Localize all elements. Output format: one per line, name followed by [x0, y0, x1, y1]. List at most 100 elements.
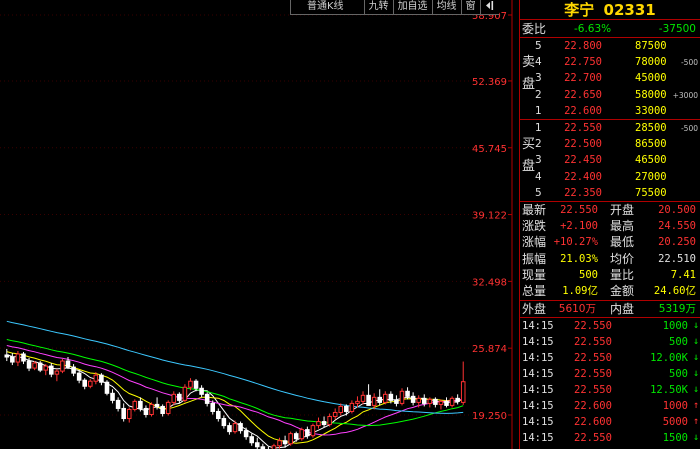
ask-volume: 87500 — [635, 40, 667, 52]
quote-label: 振幅 — [522, 251, 547, 266]
candle-body — [360, 394, 366, 402]
quote-label: 均价 — [610, 251, 635, 266]
quote-value: 24.550 — [658, 220, 696, 233]
outer-label: 外盘 — [522, 301, 547, 316]
tick-row: 14:15 22.600 5000 ↑ — [520, 414, 700, 430]
candle-body — [21, 353, 26, 362]
candle-body — [288, 433, 293, 445]
candle-body — [138, 400, 143, 409]
tick-volume: 1000 — [662, 319, 688, 332]
bid-row-2[interactable]: 2 22.500 86500 — [520, 136, 700, 152]
tick-volume: 5000 — [662, 416, 688, 429]
bid-price: 22.550 — [564, 121, 602, 134]
quote-row: 涨跌 +2.100 最高 24.550 — [520, 218, 700, 234]
candle-body — [405, 390, 410, 397]
candle-body — [449, 397, 455, 406]
tick-list[interactable]: 14:15 22.550 1000 ↓ 14:15 22.550 500 ↓ 14:15 22.5… — [520, 318, 700, 449]
quote-label: 总量 — [522, 284, 547, 299]
y-tick-label: 39.122 — [472, 211, 507, 222]
candle-body — [87, 380, 93, 387]
candle-body — [427, 398, 433, 404]
candle-body — [4, 354, 10, 358]
ask-row-4[interactable]: 4 22.750 78000 -500 — [520, 54, 700, 70]
quote-label: 涨幅 — [522, 235, 547, 250]
candle-body — [455, 397, 460, 402]
exit-icon[interactable] — [479, 0, 499, 15]
candle-body — [177, 393, 182, 401]
candle-body — [344, 405, 349, 412]
bid-level: 1 — [535, 121, 542, 134]
quote-label: 涨跌 — [522, 219, 547, 234]
candle-body — [305, 429, 310, 437]
bid-volume: 27000 — [635, 170, 667, 183]
tick-volume: 12.00K — [650, 351, 688, 364]
quote-value: +10.27% — [553, 236, 598, 249]
bid-row-3[interactable]: 3 22.450 46500 — [520, 152, 700, 168]
ma-line-30 — [6, 339, 464, 427]
candle-body — [60, 360, 65, 372]
candle-body — [282, 440, 288, 445]
candle-body — [249, 436, 254, 444]
inner-label: 内盘 — [610, 301, 635, 316]
bid-price: 22.450 — [564, 154, 602, 167]
ask-price: 22.800 — [564, 40, 602, 52]
ask-price: 22.600 — [564, 104, 602, 117]
bid-row-1[interactable]: 1 22.550 28500 -500 — [520, 120, 700, 136]
candle-body — [299, 429, 305, 440]
candle-body — [338, 405, 344, 413]
inout-row: 外盘 5610万 内盘 5319万 — [520, 301, 700, 318]
add-watchlist-button[interactable]: 加自选 — [392, 0, 432, 15]
candle-body — [115, 399, 121, 409]
arrow-up-icon: ↑ — [692, 416, 699, 428]
candle-body — [383, 393, 388, 403]
ask-row-3[interactable]: 3 22.700 45000 — [520, 70, 700, 86]
window-button[interactable]: 窗 — [460, 0, 480, 15]
candle-body — [32, 362, 37, 369]
bid-level: 4 — [535, 170, 542, 183]
bid-book: 买 盘 1 22.550 28500 -500 2 22.500 86500 3 22.450 4… — [520, 120, 700, 202]
ask-row-1[interactable]: 1 22.600 33000 — [520, 103, 700, 119]
stock-title: 李宁 02331 — [520, 0, 700, 20]
kline-svg[interactable]: 58.90752.36945.74539.12232.49825.87419.2… — [0, 0, 516, 449]
candle-body — [321, 421, 327, 426]
candle-body — [104, 381, 110, 394]
ask-row-2[interactable]: 2 22.650 58000 +3000 — [520, 87, 700, 103]
bid-row-4[interactable]: 4 22.400 27000 — [520, 169, 700, 185]
moving-average-button[interactable]: 均线 — [431, 0, 461, 15]
candle-body — [126, 408, 132, 420]
quote-value: 20.500 — [658, 203, 696, 216]
candle-body — [143, 407, 149, 415]
kline-chart[interactable]: 58.907 52.369 45.745 39.122 32.498 25.874 19.2… — [0, 0, 516, 449]
tick-time: 14:15 — [522, 351, 554, 364]
tick-price: 22.550 — [574, 319, 612, 332]
quote-value: 24.60亿 — [653, 285, 696, 298]
candle-body — [310, 425, 316, 437]
outer-value: 5610万 — [558, 302, 596, 315]
bid-price: 22.400 — [564, 170, 602, 183]
candle-body — [160, 405, 165, 414]
tick-volume: 1000 — [662, 400, 688, 413]
arrow-down-icon: ↓ — [692, 432, 699, 444]
wei-bi-row: 委比 -6.63% -37500 — [520, 20, 700, 38]
ask-level: 3 — [535, 72, 542, 85]
bid-row-5[interactable]: 5 22.350 75500 — [520, 185, 700, 201]
ask-level: 2 — [535, 88, 542, 101]
arrow-down-icon: ↓ — [692, 335, 699, 347]
candle-body — [82, 379, 87, 387]
candle-body — [199, 387, 204, 395]
wei-bi-ratio: -6.63% — [574, 23, 612, 35]
tick-row: 14:15 22.550 500 ↓ — [520, 334, 700, 350]
ask-row-5[interactable]: 5 22.800 87500 — [520, 38, 700, 54]
kline-type-button[interactable]: 普通K线 — [290, 0, 364, 15]
candle-body — [188, 380, 193, 388]
y-tick-label: 52.369 — [472, 77, 507, 88]
quote-label: 金额 — [610, 284, 635, 299]
ask-price: 22.750 — [564, 56, 602, 69]
candle-body — [37, 362, 43, 371]
quote-value: 22.510 — [658, 252, 696, 265]
quote-value: 7.41 — [670, 269, 696, 282]
nine-turn-button[interactable]: 九转 — [363, 0, 393, 15]
candle-body — [49, 365, 54, 375]
tick-time: 14:15 — [522, 384, 554, 397]
candle-body — [71, 366, 76, 374]
